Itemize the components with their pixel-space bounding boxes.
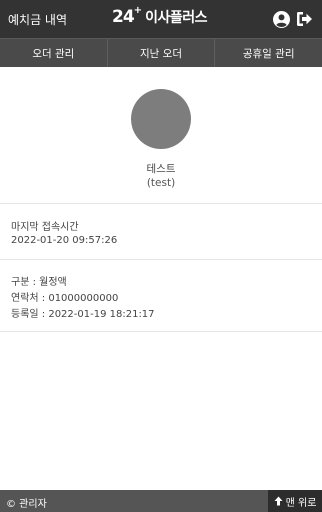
avatar <box>131 89 191 149</box>
back-to-top-label: 맨 위로 <box>285 497 317 509</box>
brand-logo[interactable]: 24 + 이사플러스 <box>112 5 207 29</box>
tab-past-orders[interactable]: 지난 오더 <box>108 39 216 67</box>
footer: © 관리자 맨 위로 <box>0 490 322 512</box>
last-access-label: 마지막 접속시간 <box>11 222 79 233</box>
tab-order-management[interactable]: 오더 관리 <box>0 39 108 67</box>
brand-plus: + <box>133 5 143 16</box>
logout-button[interactable] <box>294 9 314 29</box>
sign-out-icon <box>296 12 312 26</box>
last-access-section: 마지막 접속시간 2022-01-20 09:57:26 <box>0 204 322 260</box>
top-bar: 예치금 내역 24 + 이사플러스 <box>0 0 322 38</box>
tab-holiday-management[interactable]: 공휴일 관리 <box>215 39 322 67</box>
deposit-history-link[interactable]: 예치금 내역 <box>8 11 67 28</box>
account-info-section: 구분 : 월정액 연락처 : 01000000000 등록일 : 2022-01… <box>0 260 322 332</box>
user-circle-icon <box>272 10 290 28</box>
arrow-up-icon <box>274 496 283 506</box>
back-to-top-button[interactable]: 맨 위로 <box>268 490 322 512</box>
last-access-value: 2022-01-20 09:57:26 <box>11 235 118 246</box>
account-registered-date: 등록일 : 2022-01-19 18:21:17 <box>11 309 155 320</box>
main-nav: 오더 관리 지난 오더 공휴일 관리 <box>0 38 322 67</box>
account-type: 구분 : 월정액 <box>11 277 67 288</box>
brand-name: 이사플러스 <box>145 10 207 26</box>
copyright-text: © 관리자 <box>6 499 47 510</box>
profile-id: (test) <box>146 177 176 189</box>
profile-button[interactable] <box>271 9 291 29</box>
profile-section: 테스트 (test) <box>0 67 322 204</box>
brand-number: 24 <box>112 7 135 27</box>
profile-name: 테스트 <box>146 163 176 175</box>
account-contact: 연락처 : 01000000000 <box>11 293 119 304</box>
